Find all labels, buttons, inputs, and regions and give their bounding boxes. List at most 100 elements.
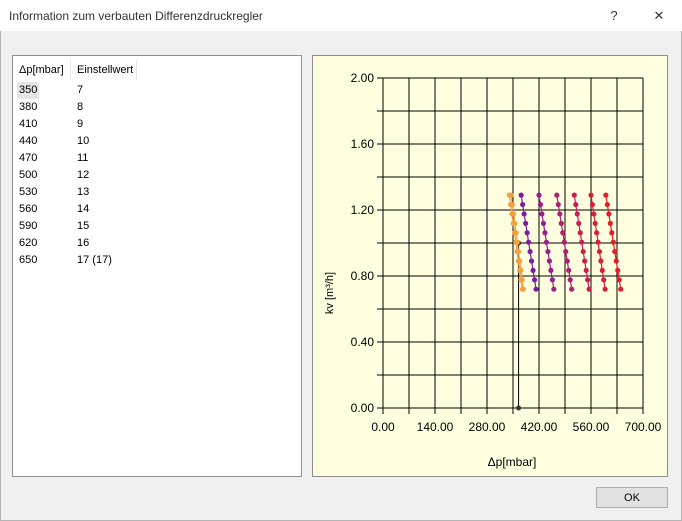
chart-grid <box>377 77 644 414</box>
y-tick-labels: 0.00 0.40 0.80 1.20 1.60 2.00 <box>351 71 375 415</box>
list-item[interactable]: 500 12 <box>13 167 301 184</box>
cell-einstellwert: 15 <box>77 220 90 232</box>
data-point <box>514 239 520 245</box>
data-point <box>551 286 557 292</box>
data-point <box>561 239 567 245</box>
cell-einstellwert: 9 <box>77 118 84 130</box>
data-point <box>616 277 622 283</box>
data-point <box>603 192 609 198</box>
data-point <box>555 201 561 208</box>
data-point <box>542 230 548 236</box>
series-5 <box>571 192 592 292</box>
x-tick-label: 420.00 <box>521 420 558 434</box>
cell-dp: 620 <box>19 237 38 249</box>
list-header: Δp[mbar] Einstellwert <box>13 60 301 80</box>
x-tick-labels: 0.00 140.00 280.00 420.00 560.00 700.00 <box>371 420 661 434</box>
data-point <box>517 258 523 264</box>
close-icon: ✕ <box>653 7 665 23</box>
y-tick-label: 2.00 <box>351 71 375 85</box>
data-point <box>531 277 538 283</box>
list-item[interactable]: 410 9 <box>13 116 301 133</box>
setting-list[interactable]: Δp[mbar] Einstellwert 350 7 380 8 410 9 440 10 4… <box>12 55 302 477</box>
x-tick-label: 700.00 <box>625 420 662 434</box>
y-axis-label: kv [m³/h] <box>324 272 336 314</box>
cell-einstellwert: 10 <box>77 135 90 147</box>
title-bar: Information zum verbauten Differenzdruck… <box>0 0 682 31</box>
series-7 <box>603 192 624 292</box>
data-point <box>612 248 618 255</box>
data-point <box>607 220 613 226</box>
data-point <box>588 192 594 198</box>
data-point <box>566 267 572 273</box>
column-header-dp[interactable]: Δp[mbar] <box>13 60 71 80</box>
data-point <box>606 211 612 217</box>
list-item[interactable]: 350 7 <box>13 82 301 99</box>
x-tick-label: 280.00 <box>469 420 506 434</box>
list-item[interactable]: 440 10 <box>13 133 301 150</box>
data-point <box>557 211 563 217</box>
cell-dp: 560 <box>19 203 38 215</box>
data-point <box>520 201 526 208</box>
data-point <box>591 211 597 217</box>
cell-einstellwert: 14 <box>77 203 90 215</box>
data-point <box>533 286 539 292</box>
list-item[interactable]: 380 8 <box>13 99 301 116</box>
close-button[interactable]: ✕ <box>637 0 681 31</box>
data-point <box>580 248 586 255</box>
cell-dp: 440 <box>19 135 38 147</box>
data-point <box>602 286 608 292</box>
list-item[interactable]: 620 16 <box>13 235 301 252</box>
data-point <box>609 230 615 236</box>
data-point <box>537 201 544 208</box>
data-point <box>596 248 603 255</box>
data-point <box>613 258 619 264</box>
data-point <box>548 267 554 273</box>
list-rows: 350 7 380 8 410 9 440 10 470 11 500 12 530 13 560 14 590… <box>13 82 301 269</box>
data-point <box>540 220 547 226</box>
cell-dp: 500 <box>19 169 38 181</box>
column-header-einstellwert[interactable]: Einstellwert <box>71 60 137 80</box>
cell-dp: 590 <box>19 220 38 232</box>
data-point <box>569 286 575 292</box>
y-tick-label: 1.20 <box>351 203 375 217</box>
data-point <box>604 201 610 208</box>
data-point <box>515 248 522 255</box>
list-item[interactable]: 650 17 (17) <box>13 252 301 269</box>
help-button[interactable]: ? <box>592 0 636 31</box>
list-item[interactable]: 590 15 <box>13 218 301 235</box>
cell-dp: 350 <box>17 82 40 99</box>
data-point <box>512 220 518 226</box>
data-point <box>536 192 542 198</box>
data-point <box>546 258 552 264</box>
data-point <box>574 211 580 217</box>
list-item[interactable]: 530 13 <box>13 184 301 201</box>
data-point <box>577 230 583 236</box>
data-point <box>560 230 566 236</box>
data-point <box>518 192 524 198</box>
data-point <box>582 258 588 264</box>
data-point <box>583 267 589 273</box>
data-point <box>523 220 529 226</box>
ok-button[interactable]: OK <box>596 487 668 508</box>
kv-chart: 0.00 0.40 0.80 1.20 1.60 2.00 0.00 140.00 280.0… <box>324 71 662 469</box>
data-point <box>585 277 591 283</box>
series-4 <box>554 192 575 292</box>
data-point <box>558 220 564 226</box>
data-point <box>601 277 607 283</box>
list-item[interactable]: 470 11 <box>13 150 301 167</box>
data-point <box>599 267 605 273</box>
data-point <box>579 239 585 245</box>
data-point <box>526 239 532 245</box>
data-point <box>549 277 555 283</box>
data-point <box>545 248 551 255</box>
cell-einstellwert: 17 (17) <box>77 254 112 266</box>
window-title: Information zum verbauten Differenzdruck… <box>9 9 263 23</box>
data-point <box>618 286 624 292</box>
y-tick-label: 0.00 <box>351 401 375 415</box>
data-point <box>567 277 573 283</box>
cell-dp: 650 <box>19 254 38 266</box>
cell-dp: 530 <box>19 186 38 198</box>
data-point <box>528 258 535 264</box>
data-point <box>594 230 600 236</box>
list-item[interactable]: 560 14 <box>13 201 301 218</box>
